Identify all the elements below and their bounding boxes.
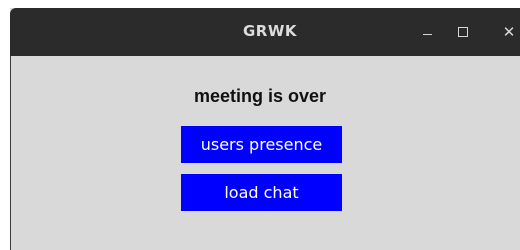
load-chat-button[interactable]: load chat [181,174,342,211]
maximize-button[interactable] [450,20,476,44]
users-presence-button[interactable]: users presence [181,126,342,163]
minimize-icon [422,33,432,35]
window-title: GRWK [242,22,298,40]
minimize-button[interactable] [414,20,440,44]
load-chat-label: load chat [224,183,299,202]
users-presence-label: users presence [200,135,323,154]
title-bar[interactable]: GRWK ✕ [10,8,520,56]
close-icon: ✕ [502,22,516,41]
maximize-icon [458,27,468,37]
status-heading: meeting is over [193,86,327,106]
close-button[interactable]: ✕ [496,20,520,44]
